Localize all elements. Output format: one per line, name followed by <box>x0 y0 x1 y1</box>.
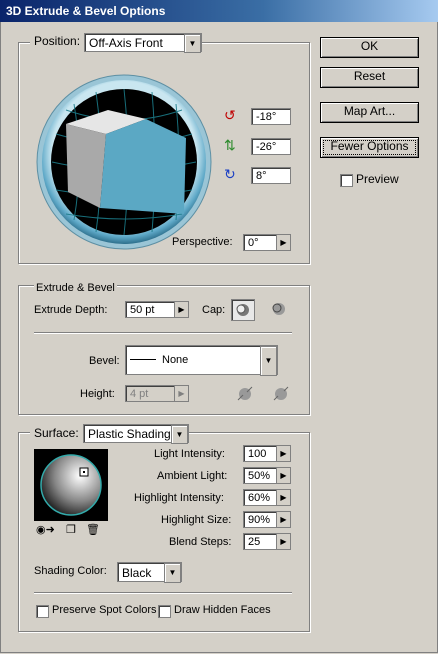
draw-hidden-checkbox[interactable] <box>158 605 171 618</box>
cap-on-icon <box>236 304 249 316</box>
window-title: 3D Extrude & Bevel Options <box>6 4 166 18</box>
rotate-z-icon: ↻ <box>224 166 236 182</box>
surface-divider <box>34 592 292 594</box>
position-preset-select[interactable]: Off-Axis Front ▼ <box>84 33 202 53</box>
highlight-intensity-label: Highlight Intensity: <box>134 492 224 504</box>
map-art-button[interactable]: Map Art... <box>320 102 419 123</box>
ambient-light-value: 50% <box>248 470 271 482</box>
light-intensity-value: 100 <box>248 448 267 460</box>
highlight-size-value: 90% <box>248 514 271 526</box>
track-cube[interactable] <box>36 74 212 250</box>
extrude-section-title: Extrude & Bevel <box>34 282 117 294</box>
draw-hidden-label: Draw Hidden Faces <box>174 604 271 616</box>
light-intensity-arrow-icon[interactable]: ▶ <box>276 446 290 461</box>
highlight-size-label: Highlight Size: <box>161 514 232 526</box>
lighting-sphere[interactable] <box>34 449 108 521</box>
extrude-depth-input[interactable]: 50 pt ▶ <box>125 301 189 318</box>
rotate-y-input[interactable]: -26° <box>251 138 291 155</box>
blend-steps-arrow-icon[interactable]: ▶ <box>276 534 290 549</box>
rotate-x-icon: ↺ <box>224 107 236 123</box>
rotate-x-input[interactable]: -18° <box>251 108 291 125</box>
surface-label: Surface: <box>30 426 83 440</box>
perspective-label: Perspective: <box>172 236 233 248</box>
blend-steps-input[interactable]: 25 ▶ <box>243 533 291 550</box>
fewer-options-button[interactable]: Fewer Options <box>320 137 419 158</box>
extrude-depth-label: Extrude Depth: <box>34 304 108 316</box>
perspective-input[interactable]: 0° ▶ <box>243 234 291 251</box>
shading-color-select[interactable]: Black ▼ <box>117 562 182 583</box>
chevron-down-icon[interactable]: ▼ <box>260 346 277 376</box>
bevel-profile-icon <box>130 359 156 360</box>
highlight-size-input[interactable]: 90% ▶ <box>243 511 291 528</box>
extrude-depth-arrow-icon[interactable]: ▶ <box>174 302 188 317</box>
new-light-icon[interactable]: ❐ <box>66 523 76 536</box>
ambient-light-arrow-icon[interactable]: ▶ <box>276 468 290 483</box>
shading-color-value: Black <box>122 566 152 580</box>
perspective-arrow-icon[interactable]: ▶ <box>276 235 290 250</box>
preview-label: Preview <box>356 172 399 186</box>
preserve-spot-checkbox[interactable] <box>36 605 49 618</box>
light-intensity-input[interactable]: 100 ▶ <box>243 445 291 462</box>
ambient-light-input[interactable]: 50% ▶ <box>243 467 291 484</box>
rotate-z-input[interactable]: 8° <box>251 167 291 184</box>
height-label: Height: <box>80 388 115 400</box>
chevron-down-icon[interactable]: ▼ <box>171 425 188 444</box>
move-light-back-icon[interactable]: ◉➜ <box>36 523 55 536</box>
extrude-divider <box>34 332 292 334</box>
position-preset-value: Off-Axis Front <box>89 36 163 50</box>
bevel-in-icon <box>273 386 289 401</box>
height-arrow-icon: ▶ <box>174 386 188 401</box>
highlight-size-arrow-icon[interactable]: ▶ <box>276 512 290 527</box>
ambient-light-label: Ambient Light: <box>157 470 228 482</box>
cap-on-button[interactable] <box>231 299 255 321</box>
delete-light-icon[interactable]: 🗑 <box>86 523 100 536</box>
perspective-value: 0° <box>248 237 259 249</box>
shading-color-label: Shading Color: <box>34 565 107 577</box>
title-bar[interactable]: 3D Extrude & Bevel Options <box>0 0 438 22</box>
chevron-down-icon[interactable]: ▼ <box>184 34 201 53</box>
chevron-down-icon[interactable]: ▼ <box>164 563 181 583</box>
highlight-intensity-input[interactable]: 60% ▶ <box>243 489 291 506</box>
bevel-value: None <box>162 354 189 366</box>
surface-value: Plastic Shading <box>88 427 171 441</box>
extrude-depth-value: 50 pt <box>130 304 155 316</box>
rotate-y-icon: ⇅ <box>224 137 236 153</box>
position-label: Position: <box>30 34 85 48</box>
preserve-spot-label: Preserve Spot Colors <box>52 604 157 616</box>
blend-steps-value: 25 <box>248 536 261 548</box>
bevel-label: Bevel: <box>89 355 120 367</box>
cube-front-face <box>100 119 186 214</box>
highlight-intensity-value: 60% <box>248 492 271 504</box>
reset-button[interactable]: Reset <box>320 67 419 88</box>
height-input: 4 pt ▶ <box>125 385 189 402</box>
preview-checkbox[interactable] <box>340 174 353 187</box>
highlight-intensity-arrow-icon[interactable]: ▶ <box>276 490 290 505</box>
height-value: 4 pt <box>130 388 149 400</box>
cap-off-icon <box>272 303 285 315</box>
ok-button[interactable]: OK <box>320 37 419 58</box>
cap-label: Cap: <box>202 304 226 316</box>
surface-select[interactable]: Plastic Shading ▼ <box>83 424 189 444</box>
cap-off-button[interactable] <box>268 299 290 319</box>
bevel-select[interactable]: None ▼ <box>125 345 278 376</box>
lighting-preview[interactable]: ◉➜ ❐ 🗑 <box>34 449 108 539</box>
blend-steps-label: Blend Steps: <box>169 536 232 548</box>
light-intensity-label: Light Intensity: <box>154 448 225 460</box>
bevel-out-icon <box>237 386 253 401</box>
